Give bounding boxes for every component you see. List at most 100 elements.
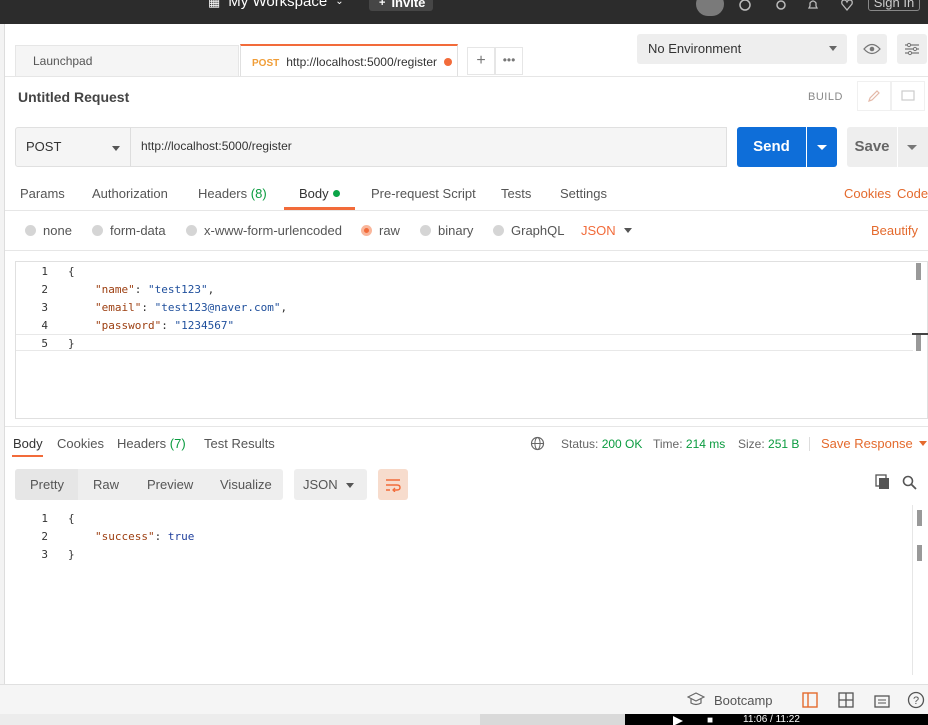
divider <box>5 426 928 427</box>
add-user-icon: + <box>379 0 386 9</box>
search-icon[interactable] <box>902 475 917 493</box>
code-line: "success": true <box>95 530 195 543</box>
wrap-lines-button[interactable] <box>378 469 408 500</box>
keyboard-icon[interactable] <box>874 692 890 711</box>
code-line: { <box>68 512 75 525</box>
url-input[interactable]: http://localhost:5000/register <box>130 127 727 167</box>
workspace-switcher[interactable]: ▦ My Workspace ⌄ <box>208 0 344 10</box>
radio-raw[interactable]: raw <box>361 223 400 238</box>
environment-select[interactable]: No Environment <box>637 34 847 64</box>
size-value: 251 B <box>768 437 800 451</box>
capture-icon[interactable] <box>734 0 756 16</box>
svg-text:?: ? <box>913 695 919 707</box>
tab-params[interactable]: Params <box>20 186 65 201</box>
chevron-down-icon <box>829 46 837 51</box>
two-pane-view-icon[interactable] <box>802 692 818 711</box>
has-content-dot-icon <box>332 190 340 197</box>
response-tab-cookies[interactable]: Cookies <box>57 436 104 451</box>
wrap-icon <box>386 478 401 492</box>
request-tab-bar: Launchpad POST http://localhost:5000/reg… <box>5 24 928 76</box>
tab-options-button[interactable]: ••• <box>495 47 523 75</box>
send-button[interactable]: Send <box>737 127 806 167</box>
eye-icon <box>863 43 881 55</box>
status-bar: Bootcamp ? <box>0 684 928 714</box>
taskbar-segment <box>480 714 625 725</box>
save-button[interactable]: Save <box>847 127 897 167</box>
tab-active-request[interactable]: POST http://localhost:5000/register <box>240 44 458 76</box>
view-preview[interactable]: Preview <box>147 477 193 492</box>
radio-graphql[interactable]: GraphQL <box>493 223 564 238</box>
bootcamp-link[interactable]: Bootcamp <box>714 693 773 708</box>
view-pretty[interactable]: Pretty <box>30 477 64 492</box>
chevron-down-icon <box>919 441 928 446</box>
sync-status-icon[interactable] <box>696 0 724 16</box>
tab-tests[interactable]: Tests <box>501 186 531 201</box>
view-raw[interactable]: Raw <box>93 477 119 492</box>
help-icon[interactable]: ? <box>907 691 925 712</box>
line-number: 1 <box>41 512 48 525</box>
save-options-button[interactable] <box>898 127 928 167</box>
tab-headers[interactable]: Headers (8) <box>198 186 267 201</box>
environment-label: No Environment <box>648 41 742 56</box>
build-label[interactable]: BUILD <box>808 91 843 103</box>
line-number: 5 <box>41 337 48 350</box>
sign-in-button[interactable]: Sign In <box>868 0 920 11</box>
send-options-button[interactable] <box>807 127 837 167</box>
response-tab-body[interactable]: Body <box>13 436 43 451</box>
tab-method: POST <box>252 58 280 69</box>
cookies-link[interactable]: Cookies <box>844 186 891 201</box>
chevron-down-icon <box>624 228 632 233</box>
divider <box>5 210 928 211</box>
tab-launchpad[interactable]: Launchpad <box>15 45 239 76</box>
code-link[interactable]: Code <box>897 186 928 201</box>
code-line: { <box>68 265 75 278</box>
active-tab-indicator <box>12 455 43 457</box>
response-time: Time: 214 ms <box>653 437 726 451</box>
request-title: Untitled Request <box>18 89 130 105</box>
radio-none[interactable]: none <box>25 223 72 238</box>
new-tab-button[interactable]: + <box>467 47 495 75</box>
editor-scrollbar[interactable] <box>916 263 921 280</box>
video-time: 11:06 / 11:22 <box>743 714 800 725</box>
time-value: 214 ms <box>685 437 726 451</box>
code-line: "email": "test123@naver.com", <box>95 301 288 314</box>
method-select[interactable]: POST <box>15 127 131 167</box>
tab-settings[interactable]: Settings <box>560 186 607 201</box>
response-scrollbar-marker <box>917 545 922 561</box>
view-visualize[interactable]: Visualize <box>220 477 272 492</box>
divider <box>5 250 928 251</box>
scroll-marker <box>912 333 928 335</box>
tab-prerequest-script[interactable]: Pre-request Script <box>371 186 476 201</box>
response-tab-headers[interactable]: Headers (7) <box>117 436 186 451</box>
beautify-link[interactable]: Beautify <box>871 223 918 238</box>
environment-quick-look-button[interactable] <box>857 34 887 64</box>
copy-icon[interactable] <box>875 474 890 493</box>
response-tab-test-results[interactable]: Test Results <box>204 436 275 451</box>
invite-button[interactable]: + Invite <box>369 0 434 11</box>
globe-icon[interactable] <box>530 436 545 454</box>
edit-button[interactable] <box>857 81 891 111</box>
tab-authorization[interactable]: Authorization <box>92 186 168 201</box>
chevron-down-icon <box>817 145 827 150</box>
comments-button[interactable] <box>891 81 925 111</box>
radio-urlencoded[interactable]: x-www-form-urlencoded <box>186 223 342 238</box>
save-response-button[interactable]: Save Response <box>821 436 928 451</box>
radio-form-data[interactable]: form-data <box>92 223 166 238</box>
play-icon[interactable] <box>673 716 683 725</box>
tab-body[interactable]: Body <box>299 186 340 201</box>
line-number: 3 <box>41 548 48 561</box>
workspace-label: My Workspace <box>228 0 328 10</box>
radio-binary[interactable]: binary <box>420 223 473 238</box>
browse-icon[interactable] <box>838 692 854 711</box>
active-line-highlight <box>16 334 913 351</box>
response-format-select[interactable]: JSON <box>294 469 367 500</box>
response-size: Size: 251 B <box>738 437 800 451</box>
response-scrollbar[interactable] <box>917 510 922 526</box>
bell-icon[interactable] <box>802 0 824 16</box>
manage-environments-button[interactable] <box>897 34 927 64</box>
body-format-select[interactable]: JSON <box>581 223 632 238</box>
line-number: 2 <box>41 283 48 296</box>
heart-icon[interactable] <box>836 0 858 16</box>
settings-icon[interactable] <box>770 0 792 16</box>
volume-icon[interactable]: ■ <box>707 715 713 725</box>
